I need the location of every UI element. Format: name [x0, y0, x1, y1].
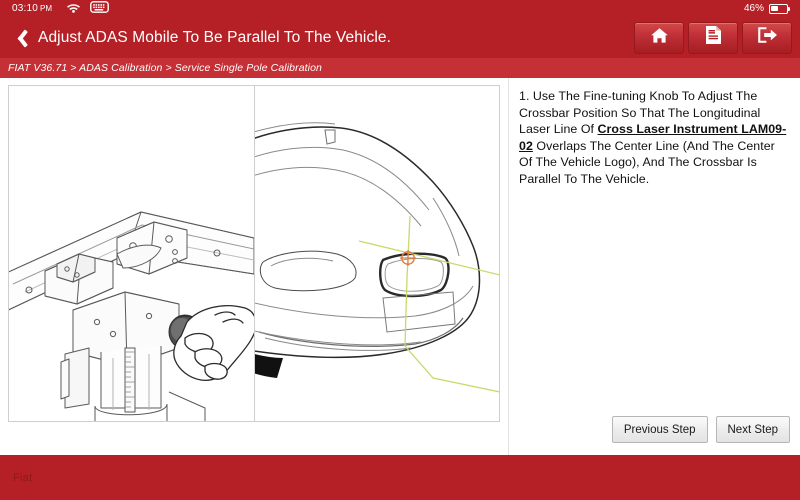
header-actions	[634, 21, 792, 54]
crossbar-knob-illustration	[9, 86, 255, 421]
previous-step-button[interactable]: Previous Step	[611, 416, 708, 443]
back-button[interactable]	[0, 17, 38, 58]
instruction-part-2: Overlaps The Center Line (And The Center…	[519, 138, 775, 186]
report-document-icon	[705, 25, 722, 50]
wifi-icon	[66, 0, 81, 18]
vehicle-laser-illustration	[254, 86, 499, 421]
keyboard-icon	[90, 0, 109, 18]
exit-icon	[757, 26, 778, 49]
battery-icon	[769, 3, 790, 14]
breadcrumb[interactable]: FIAT V36.71 > ADAS Calibration > Service…	[0, 58, 800, 78]
status-time: 03:10	[12, 3, 39, 14]
status-icons	[66, 0, 109, 18]
footer-bar: Fiat	[0, 455, 800, 500]
battery-percent-label: 46%	[743, 3, 764, 14]
illustration-pane	[0, 78, 509, 455]
instruction-text: 1. Use The Fine-tuning Knob To Adjust Th…	[519, 88, 788, 188]
adas-calibration-screen: 03:10 PM 46% Adjust ADAS Mobile To Be Pa…	[0, 0, 800, 500]
content-area: 1. Use The Fine-tuning Knob To Adjust Th…	[0, 78, 800, 455]
step-navigation: Previous Step Next Step	[611, 416, 790, 443]
report-button[interactable]	[688, 21, 738, 54]
illustration-frame	[8, 85, 500, 422]
back-chevron-icon	[13, 28, 26, 48]
battery-fill	[771, 5, 779, 12]
breadcrumb-text: FIAT V36.71 > ADAS Calibration > Service…	[8, 62, 322, 74]
page-title: Adjust ADAS Mobile To Be Parallel To The…	[38, 28, 391, 46]
status-bar: 03:10 PM 46%	[0, 0, 800, 17]
next-step-button[interactable]: Next Step	[715, 416, 790, 443]
instruction-pane: 1. Use The Fine-tuning Knob To Adjust Th…	[509, 78, 800, 455]
home-icon	[650, 27, 669, 49]
status-time-ampm: PM	[40, 4, 53, 13]
footer-brand-label: Fiat	[13, 471, 33, 484]
status-battery: 46%	[743, 3, 790, 14]
exit-button[interactable]	[742, 21, 792, 54]
app-header: Adjust ADAS Mobile To Be Parallel To The…	[0, 17, 800, 58]
home-button[interactable]	[634, 21, 684, 54]
